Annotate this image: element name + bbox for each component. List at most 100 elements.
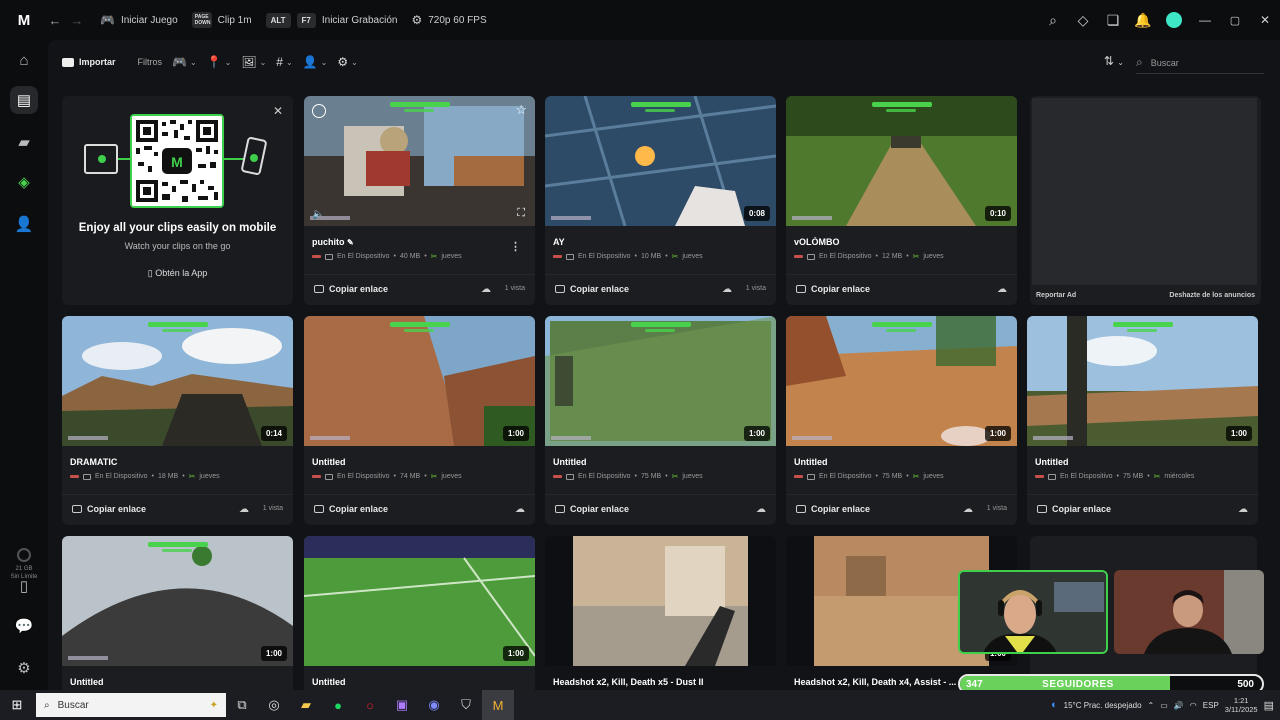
clip-thumbnail[interactable]: 0:08 [545,96,776,226]
avatar[interactable] [1166,12,1182,28]
clip-card[interactable]: 1:00 Untitled En El Dispositivo • 75 MB • ✂ jue… [786,316,1017,525]
shield-icon[interactable]: ⛉ [450,690,482,720]
clip-card[interactable]: 1:00 Untitled En El Dispositivo • 75 MB • ✂ mié… [1027,316,1258,525]
medal-hub-icon[interactable]: ◈ [10,168,38,196]
feedback-icon[interactable]: 💬 [10,612,38,640]
clip-title[interactable]: Headshot x2, Kill, Death x5 - Dust II [553,677,753,687]
add-friend-icon[interactable]: 👤 [10,210,38,238]
filter-people[interactable]: 👤 ⌄ [303,55,328,69]
clip-thumbnail[interactable]: 1:00 [304,536,535,666]
forward-arrow-icon[interactable]: → [68,11,86,29]
clip-title[interactable]: Untitled [553,457,753,467]
more-options-icon[interactable]: ⋮ [510,240,521,253]
clip-shortcut[interactable]: PAGE DOWN Clip 1m [191,12,252,28]
settings-icon[interactable]: ⚙ [10,654,38,682]
filter-tags[interactable]: # ⌄ [276,55,292,69]
cloud-upload-icon[interactable]: ☁ [1238,504,1248,515]
clip-title[interactable]: Untitled [312,677,512,687]
ad-placeholder[interactable] [1032,98,1257,285]
filter-location[interactable]: 📍 ⌄ [207,55,232,69]
chat-icon[interactable]: ❏ [1098,0,1128,40]
clip-thumbnail[interactable]: 1:00 [62,536,293,666]
filter-media[interactable]: 🖼 ⌄ [241,55,266,69]
home-icon[interactable]: ⌂ [10,46,38,74]
minimize-icon[interactable]: — [1190,0,1220,40]
clip-title[interactable]: Untitled [794,457,994,467]
clips-icon[interactable]: ▤ [10,86,38,114]
maximize-icon[interactable]: ▢ [1220,0,1250,40]
volume-icon[interactable]: 🔈 [312,209,324,220]
premiere-icon[interactable]: ▣ [386,690,418,720]
filter-settings[interactable]: ⚙ ⌄ [337,55,357,69]
clip-card[interactable]: 0:10 vOLÓMBO En El Dispositivo • 12 MB • ✂ juev… [786,96,1017,305]
fullscreen-icon[interactable]: ⛶ [517,207,525,220]
close-icon[interactable]: ✕ [273,104,283,118]
clip-thumbnail[interactable]: 1:00 [304,316,535,446]
clip-thumbnail[interactable]: 1:00 [545,316,776,446]
clip-thumbnail[interactable]: 1:00 [786,316,1017,446]
search-input[interactable]: ⌕ Buscar [1136,52,1264,74]
star-icon[interactable]: ☆ [515,102,527,118]
cloud-upload-icon[interactable]: ☁ [963,504,973,515]
clip-card[interactable]: 0:08 AY En El Dispositivo • 10 MB • ✂ jueves Cop… [545,96,776,305]
task-view-icon[interactable]: ⧉ [226,690,258,720]
copy-link-button[interactable]: Copiar enlace [1037,504,1111,514]
clip-thumbnail[interactable]: 1:00 [1027,316,1258,446]
start-game-button[interactable]: 🎮 Iniciar Juego [100,13,178,27]
notification-icon[interactable]: ▤ [1264,699,1274,712]
clip-thumbnail[interactable]: ☆ 🔈 ⛶ [304,96,535,226]
taskbar-search-input[interactable]: ⌕ Buscar ✦ [36,693,226,717]
clip-title[interactable]: Untitled [1035,457,1235,467]
get-app-link[interactable]: ▯ Obtén la App [62,268,293,279]
clip-thumbnail[interactable] [545,536,776,666]
copy-link-button[interactable]: Copiar enlace [796,504,870,514]
cloud-upload-icon[interactable]: ☁ [515,504,525,515]
discord-icon[interactable]: ◉ [418,690,450,720]
copy-link-button[interactable]: Copiar enlace [796,284,870,294]
clip-card[interactable]: 0:14 DRAMATIC En El Dispositivo • 18 MB • ✂ jue… [62,316,293,525]
import-button[interactable]: Importar [62,57,116,67]
folder-icon[interactable]: ▰ [10,128,38,156]
filter-game[interactable]: 🎮 ⌄ [172,55,197,69]
clock[interactable]: 1:21 3/11/2025 [1225,696,1258,714]
clip-title[interactable]: DRAMATIC [70,457,270,467]
wifi-icon[interactable]: ◠ [1190,701,1197,710]
clip-thumbnail[interactable]: 0:10 [786,96,1017,226]
copy-link-button[interactable]: Copiar enlace [555,504,629,514]
chevron-up-icon[interactable]: ⌃ [1148,701,1155,710]
copy-link-button[interactable]: Copiar enlace [555,284,629,294]
pencil-icon[interactable]: ✎ [347,238,354,247]
clip-title[interactable]: puchito ✎ [312,237,512,247]
start-recording-button[interactable]: ALT F7 Iniciar Grabación [265,12,397,28]
clip-card[interactable]: 1:00 Untitled En El Dispositivo • 75 MB • ✂ jue… [545,316,776,525]
medal-taskbar-icon[interactable]: M [482,690,514,720]
back-arrow-icon[interactable]: ← [46,11,64,29]
weather-text[interactable]: 15°C Prac. despejado [1064,701,1142,710]
close-icon[interactable]: ✕ [1250,0,1280,40]
bell-icon[interactable]: 🔔 [1128,0,1158,40]
clip-card[interactable]: ☆ 🔈 ⛶ puchito ✎ ⋮ En El Dispositivo • 40 MB • ✂ ju… [304,96,535,305]
clip-title[interactable]: vOLÓMBO [794,237,994,247]
search-icon[interactable]: ⌕ [1038,0,1068,40]
spotify-icon[interactable]: ● [322,690,354,720]
cloud-upload-icon[interactable]: ☁ [239,504,249,515]
mobile-icon[interactable]: ▯ [10,572,38,600]
clip-thumbnail[interactable]: 0:14 [62,316,293,446]
network-icon[interactable]: ▭ [1160,701,1168,710]
clip-title[interactable]: AY [553,237,753,247]
cloud-upload-icon[interactable]: ☁ [481,284,491,295]
volume-icon[interactable]: 🔊 [1174,701,1184,710]
clip-title[interactable]: Untitled [70,677,270,687]
clip-card[interactable]: 1:00 Untitled En El Dispositivo • 74 MB • ✂ jue… [304,316,535,525]
medal-logo[interactable]: M [6,0,42,40]
remove-ads-link[interactable]: Deshazte de los anuncios [1169,292,1255,299]
keyboard-language[interactable]: ESP [1203,701,1219,710]
windows-start-icon[interactable]: ⊞ [0,690,34,720]
diamond-icon[interactable]: ◇ [1068,0,1098,40]
clip-title[interactable]: Untitled [312,457,512,467]
copy-link-button[interactable]: Copiar enlace [314,504,388,514]
sort-button[interactable]: ⇅ ⌄ [1104,54,1124,68]
report-ad-link[interactable]: Reportar Ad [1036,292,1076,299]
cloud-upload-icon[interactable]: ☁ [722,284,732,295]
chrome-icon[interactable]: ◎ [258,690,290,720]
